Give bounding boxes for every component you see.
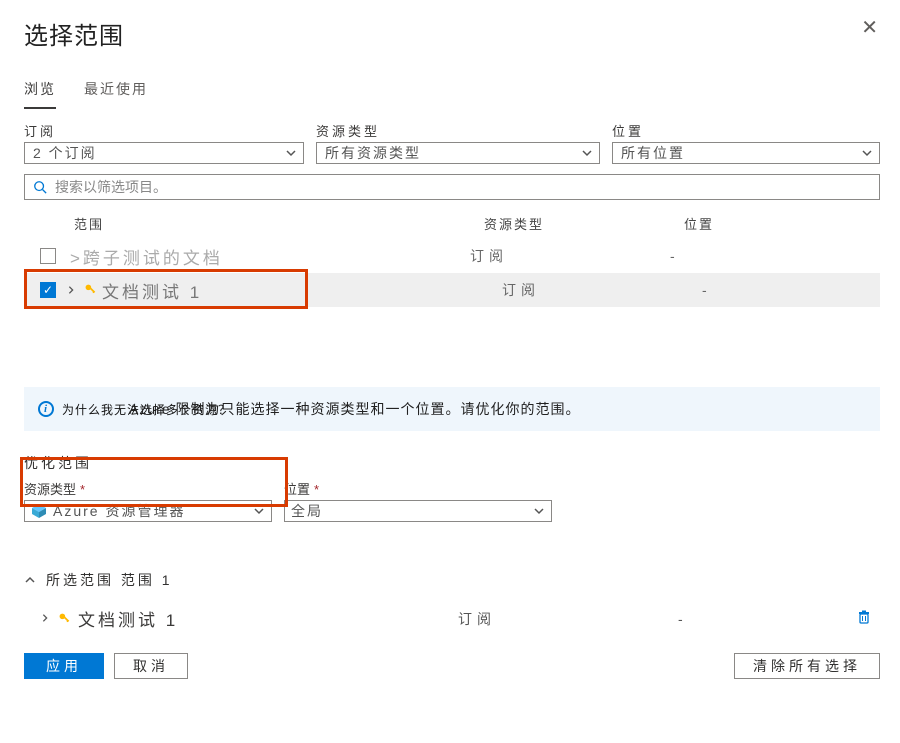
row-location: - xyxy=(702,282,872,298)
filter-row: 订阅 2 个订阅 资源类型 所有资源类型 位置 所有位置 xyxy=(24,121,880,164)
refine-row: 资源类型* Azure 资源管理器 位置* 全局 xyxy=(24,479,880,522)
refine-location-value: 全局 xyxy=(291,501,527,521)
refine-resourcetype-label: 资源类型* xyxy=(24,479,272,498)
key-icon xyxy=(58,612,78,626)
chevron-down-icon xyxy=(533,505,545,517)
info-bar: i 为什么我无法选择多个资源？ Azure 限制为只能选择一种资源类型和一个位置… xyxy=(24,387,880,431)
row-resourcetype: 订阅 xyxy=(502,280,702,300)
refine-title: 优化范围 xyxy=(24,453,880,473)
filter-resourcetype-dropdown[interactable]: 所有资源类型 xyxy=(316,142,600,164)
apply-button[interactable]: 应用 xyxy=(24,653,104,679)
chevron-right-icon[interactable] xyxy=(40,610,54,627)
search-icon xyxy=(33,180,47,194)
row-location: - xyxy=(670,248,872,264)
cancel-button[interactable]: 取消 xyxy=(114,653,188,679)
refine-resourcetype-value: Azure 资源管理器 xyxy=(53,501,247,521)
scope-row[interactable]: >跨子测试的文档 订阅 - xyxy=(24,239,880,273)
trash-icon[interactable] xyxy=(856,609,872,628)
filter-location-value: 所有位置 xyxy=(621,143,685,163)
row-name: >跨子测试的文档 xyxy=(70,244,470,269)
tab-browse[interactable]: 浏览 xyxy=(24,79,56,109)
filter-location-dropdown[interactable]: 所有位置 xyxy=(612,142,880,164)
refine-location-dropdown[interactable]: 全局 xyxy=(284,500,552,522)
filter-resourcetype-label: 资源类型 xyxy=(316,121,600,140)
col-scope: 范围 xyxy=(74,214,484,233)
selected-row-resourcetype: 订阅 xyxy=(458,609,678,629)
chevron-down-icon xyxy=(285,147,297,159)
chevron-down-icon xyxy=(581,147,593,159)
selected-scopes-header[interactable]: 所选范围 范围 1 xyxy=(24,570,880,590)
scope-row[interactable]: ✓ 文档测试 1 订阅 - xyxy=(24,273,880,307)
search-box[interactable] xyxy=(24,174,880,200)
info-icon: i xyxy=(38,401,54,417)
close-icon[interactable]: ✕ xyxy=(861,18,878,38)
tab-recent[interactable]: 最近使用 xyxy=(84,79,148,109)
column-headers: 范围 资源类型 位置 xyxy=(24,208,880,239)
filter-resourcetype-value: 所有资源类型 xyxy=(325,143,421,163)
select-scope-panel: 选择范围 ✕ 浏览 最近使用 订阅 2 个订阅 资源类型 所有资源类型 位置 所… xyxy=(0,0,900,693)
row-resourcetype: 订阅 xyxy=(470,246,670,266)
filter-location-label: 位置 xyxy=(612,121,880,140)
col-location: 位置 xyxy=(684,214,872,233)
chevron-down-icon xyxy=(861,147,873,159)
selected-scopes-title: 所选范围 范围 1 xyxy=(46,570,173,590)
refine-resourcetype-dropdown[interactable]: Azure 资源管理器 xyxy=(24,500,272,522)
row-name: 文档测试 1 xyxy=(102,278,502,303)
tab-strip: 浏览 最近使用 xyxy=(24,79,880,109)
row-checkbox[interactable] xyxy=(40,248,56,264)
col-resourcetype: 资源类型 xyxy=(484,214,684,233)
selected-scope-row: 文档测试 1 订阅 - xyxy=(24,598,880,639)
key-icon xyxy=(84,283,102,297)
chevron-up-icon xyxy=(24,574,36,586)
row-checkbox[interactable]: ✓ xyxy=(40,282,56,298)
info-message: Azure 限制为只能选择一种资源类型和一个位置。请优化你的范围。 xyxy=(129,399,580,419)
filter-subscription-label: 订阅 xyxy=(24,121,304,140)
filter-subscription-value: 2 个订阅 xyxy=(33,143,97,163)
panel-title: 选择范围 xyxy=(24,16,880,51)
footer: 应用 取消 清除所有选择 xyxy=(24,653,880,679)
clear-all-button[interactable]: 清除所有选择 xyxy=(734,653,880,679)
cube-icon xyxy=(31,503,47,519)
selected-row-name: 文档测试 1 xyxy=(78,606,458,631)
refine-location-label: 位置* xyxy=(284,479,552,498)
chevron-right-icon[interactable] xyxy=(66,282,80,299)
search-input[interactable] xyxy=(53,178,871,196)
chevron-down-icon xyxy=(253,505,265,517)
filter-subscription-dropdown[interactable]: 2 个订阅 xyxy=(24,142,304,164)
selected-row-location: - xyxy=(678,611,856,627)
